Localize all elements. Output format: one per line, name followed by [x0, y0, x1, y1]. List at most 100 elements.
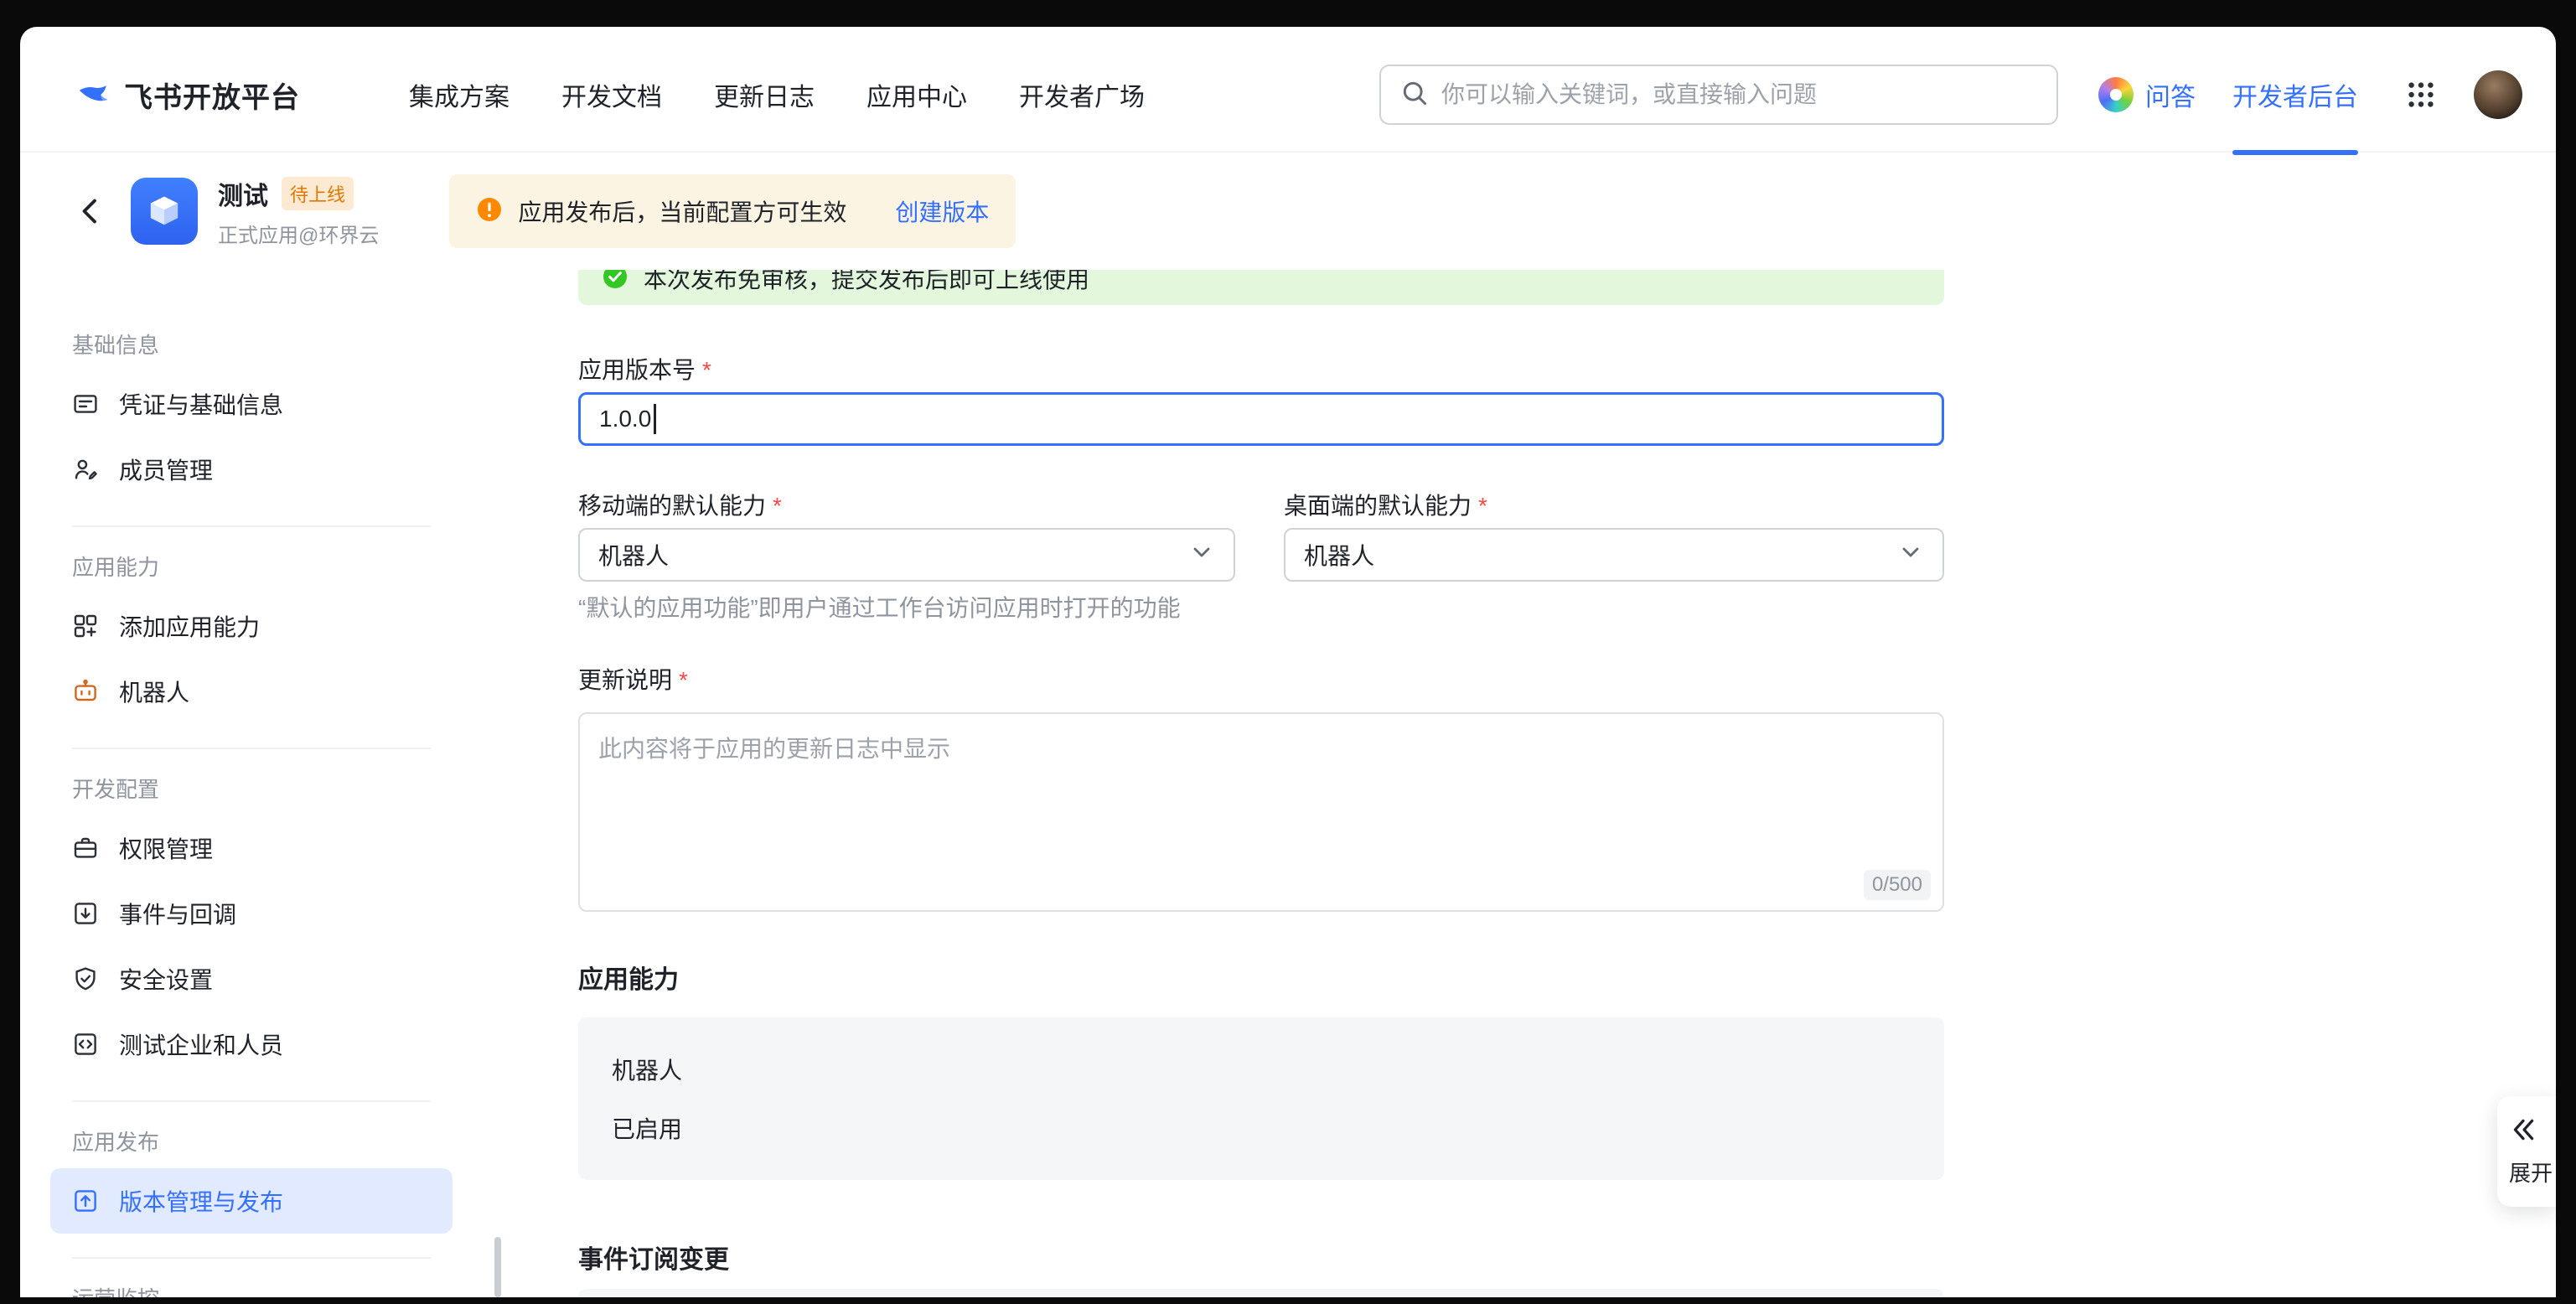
apps-grid-icon[interactable] [2405, 79, 2437, 111]
version-value: 1.0.0 [599, 406, 651, 432]
shield-check-icon [72, 965, 99, 992]
sidebar-item-label: 成员管理 [119, 453, 213, 486]
success-banner-text: 本次发布免审核，提交发布后即可上线使用 [644, 270, 1089, 295]
sidebar-item-label: 安全设置 [119, 962, 213, 996]
sidebar-item-label: 测试企业和人员 [119, 1027, 283, 1061]
back-button[interactable] [70, 191, 111, 231]
qa-gradient-icon [2098, 77, 2134, 112]
id-card-icon [72, 391, 99, 417]
status-badge: 待上线 [282, 177, 354, 210]
sidebar-item-label: 事件与回调 [119, 897, 236, 930]
sidebar-item-permissions[interactable]: 权限管理 [50, 815, 453, 881]
sidebar-item-version-release[interactable]: 版本管理与发布 [50, 1168, 453, 1234]
event-subscription-heading: 事件订阅变更 [578, 1245, 1944, 1276]
feishu-logo[interactable]: 飞书开放平台 [75, 74, 300, 116]
warning-icon [476, 196, 503, 227]
sidebar-section-monitoring: 运营监控 [50, 1282, 523, 1297]
divider [72, 748, 431, 749]
nav-docs[interactable]: 开发文档 [561, 76, 662, 113]
sidebar-item-label: 版本管理与发布 [119, 1184, 283, 1218]
tab-developer-console[interactable]: 开发者后台 [2232, 76, 2358, 113]
expand-label: 展开 [2509, 1157, 2553, 1188]
capability-name: 机器人 [612, 1053, 1911, 1086]
sidebar-item-credentials[interactable]: 凭证与基础信息 [50, 371, 453, 437]
logo-text: 飞书开放平台 [124, 75, 300, 116]
app-cube-icon [131, 178, 198, 245]
feishu-logo-icon [75, 74, 114, 116]
sidebar-item-label: 权限管理 [119, 831, 213, 865]
success-banner: 本次发布免审核，提交发布后即可上线使用 [578, 270, 1944, 305]
sidebar-section-dev-config: 开发配置 [50, 773, 523, 804]
nav-app-center[interactable]: 应用中心 [866, 76, 967, 113]
sidebar-item-bot[interactable]: 机器人 [50, 659, 453, 724]
upload-box-icon [72, 1188, 99, 1214]
add-capability-icon [72, 613, 99, 639]
sidebar-item-test-org[interactable]: 测试企业和人员 [50, 1012, 453, 1077]
double-chevron-left-icon [2509, 1115, 2537, 1148]
divider [72, 525, 431, 527]
desktop-capability-select[interactable]: 机器人 [1284, 528, 1944, 582]
text-caret [654, 404, 656, 434]
main-nav: 集成方案 开发文档 更新日志 应用中心 开发者广场 [409, 76, 1145, 113]
sidebar-item-security[interactable]: 安全设置 [50, 946, 453, 1012]
desktop-capability-label: 桌面端的默认能力* [1284, 489, 1944, 523]
nav-integration[interactable]: 集成方案 [409, 76, 510, 113]
divider [72, 1257, 431, 1259]
robot-icon [72, 678, 99, 705]
sidebar-item-events-callback[interactable]: 事件与回调 [50, 881, 453, 946]
event-subscription-box [578, 1289, 1944, 1297]
sidebar-scrollbar[interactable] [494, 1237, 501, 1297]
app-capability-heading: 应用能力 [578, 965, 1944, 996]
required-mark: * [702, 357, 711, 383]
divider [72, 1100, 431, 1102]
sidebar-item-label: 凭证与基础信息 [119, 387, 283, 421]
main-panel: 本次发布免审核，提交发布后即可上线使用 应用版本号* 1.0.0 移动端的默认能… [523, 270, 2556, 1297]
search-input[interactable] [1441, 81, 2038, 108]
mobile-capability-value: 机器人 [598, 538, 669, 572]
search-box[interactable] [1379, 65, 2058, 125]
sidebar-section-capability: 应用能力 [50, 551, 523, 582]
required-mark: * [773, 493, 782, 519]
sidebar-item-members[interactable]: 成员管理 [50, 437, 453, 502]
capability-status: 已启用 [612, 1111, 1911, 1145]
app-capability-box: 机器人 已启用 [578, 1017, 1944, 1180]
success-check-icon [602, 270, 628, 294]
members-icon [72, 456, 99, 483]
chevron-down-icon [1897, 539, 1924, 572]
user-avatar[interactable] [2474, 70, 2522, 119]
expand-panel-button[interactable]: 展开 [2497, 1096, 2556, 1207]
nav-changelog[interactable]: 更新日志 [714, 76, 815, 113]
nav-dev-plaza[interactable]: 开发者广场 [1019, 76, 1145, 113]
search-icon [1399, 78, 1430, 112]
mobile-capability-select[interactable]: 机器人 [578, 528, 1235, 582]
update-notes-label: 更新说明* [578, 664, 1944, 697]
desktop-capability-value: 机器人 [1304, 538, 1374, 572]
capability-hint: “默认的应用功能”即用户通过工作台访问应用时打开的功能 [578, 592, 1944, 625]
default-capability-row: 移动端的默认能力* 机器人 桌面端的默认能力* [578, 489, 1944, 582]
update-notes-wrap: 0/500 [578, 712, 1944, 912]
qa-label: 问答 [2145, 76, 2196, 113]
browser-window: 飞书开放平台 集成方案 开发文档 更新日志 应用中心 开发者广场 问答 开发者后… [20, 27, 2556, 1297]
update-notes-textarea[interactable] [578, 712, 1944, 912]
app-meta: 测试 待上线 正式应用@环界云 [218, 175, 379, 248]
briefcase-icon [72, 835, 99, 862]
app-name: 测试 [218, 175, 268, 212]
sidebar: 基础信息 凭证与基础信息 成员管理 应用能力 添加应用能力 [20, 270, 523, 1297]
create-version-link[interactable]: 创建版本 [895, 194, 989, 228]
qa-button[interactable]: 问答 [2098, 76, 2196, 113]
sidebar-item-add-capability[interactable]: 添加应用能力 [50, 593, 453, 659]
sidebar-section-release: 应用发布 [50, 1125, 523, 1157]
sidebar-section-basic: 基础信息 [50, 329, 523, 360]
event-arrow-icon [72, 900, 99, 927]
sidebar-item-label: 添加应用能力 [119, 609, 260, 643]
version-label: 应用版本号* [578, 354, 1944, 387]
code-box-icon [72, 1031, 99, 1058]
required-mark: * [679, 667, 688, 693]
sidebar-item-label: 机器人 [119, 675, 189, 708]
char-counter: 0/500 [1864, 870, 1931, 900]
content-area: 基础信息 凭证与基础信息 成员管理 应用能力 添加应用能力 [20, 270, 2556, 1297]
mobile-capability-label: 移动端的默认能力* [578, 489, 1235, 523]
publish-warning-banner: 应用发布后，当前配置方可生效 创建版本 [449, 174, 1016, 248]
version-input[interactable]: 1.0.0 [578, 392, 1944, 446]
warning-text: 应用发布后，当前配置方可生效 [518, 194, 846, 228]
